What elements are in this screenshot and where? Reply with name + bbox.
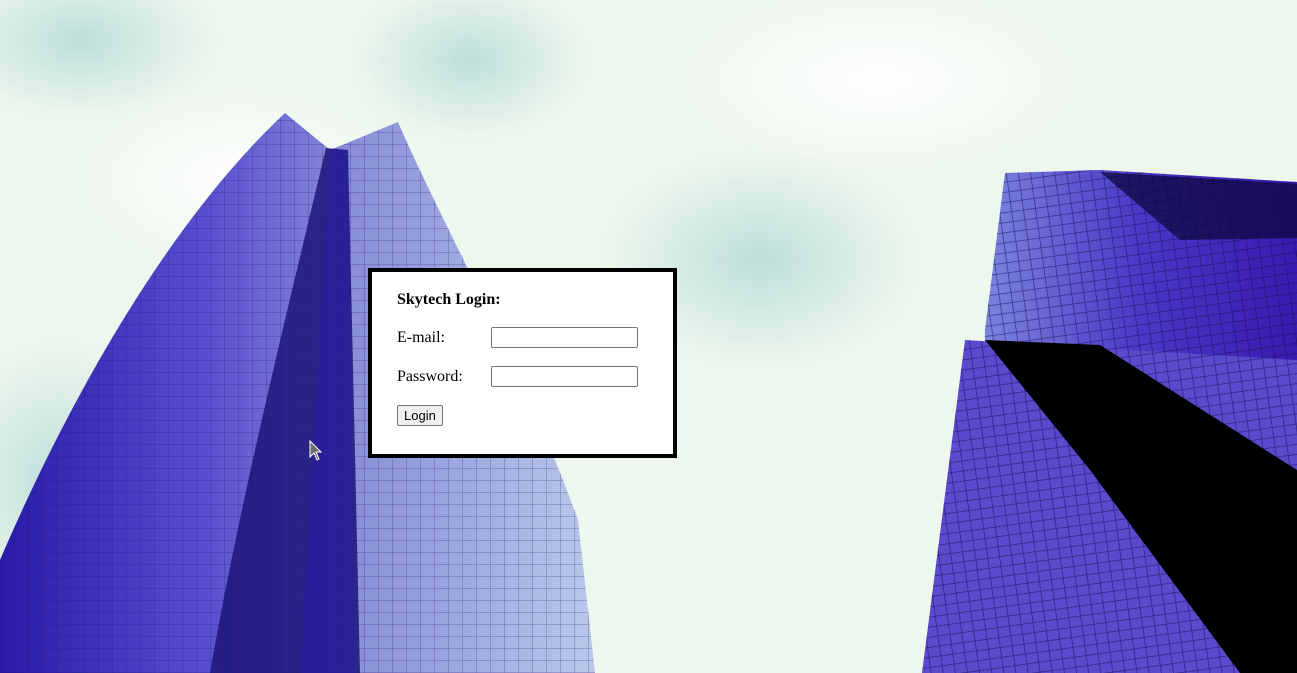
email-label: E-mail: [397, 329, 445, 346]
email-field[interactable] [491, 327, 638, 348]
login-panel: Skytech Login: E-mail: Password: Login [368, 268, 677, 458]
login-title: Skytech Login: [397, 291, 501, 308]
password-label: Password: [397, 368, 463, 385]
login-button[interactable]: Login [397, 405, 443, 426]
password-field[interactable] [491, 366, 638, 387]
arrow-cursor-icon [309, 440, 323, 461]
